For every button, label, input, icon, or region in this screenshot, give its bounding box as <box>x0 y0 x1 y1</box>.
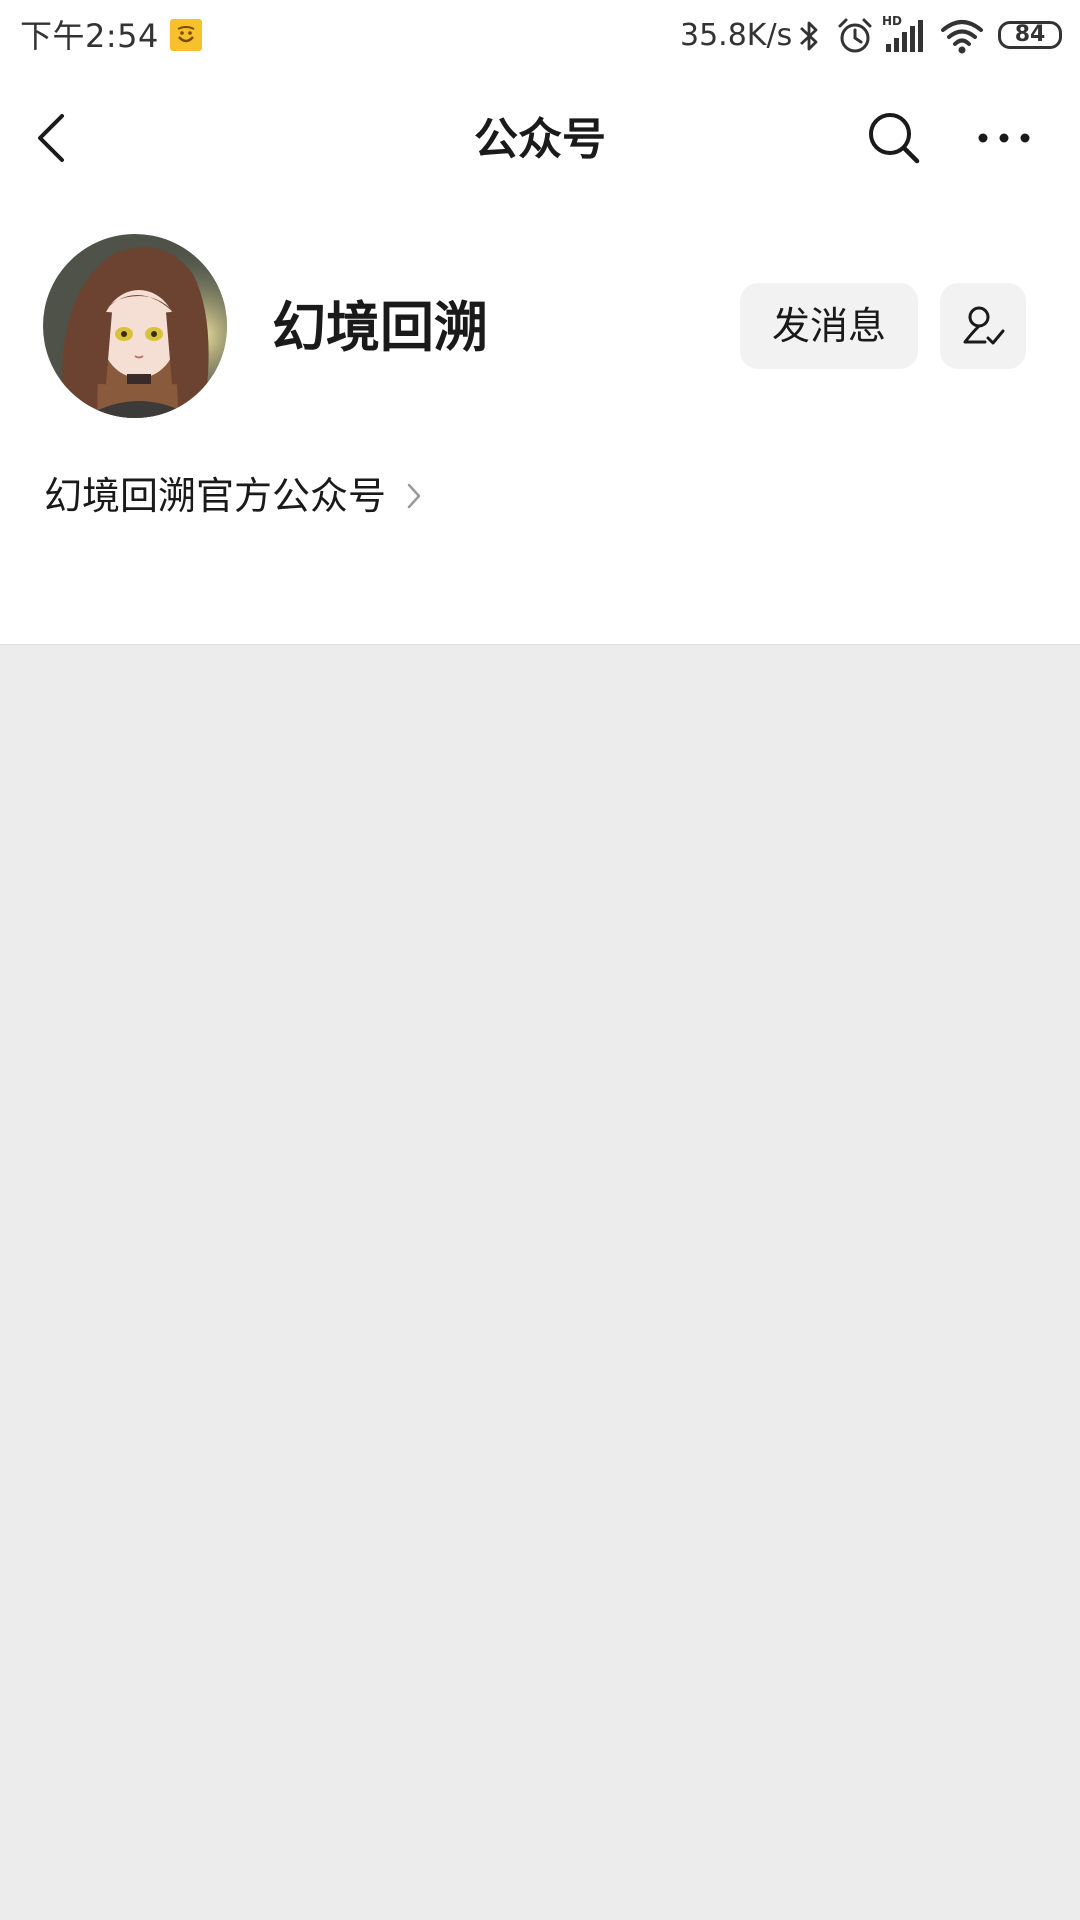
screen: 下午2:54 35.8K/s HD 84 公众号 幻境回溯 发消息 幻境回溯官方… <box>0 0 1080 1920</box>
network-speed: 35.8K/s <box>680 18 793 53</box>
more-icon[interactable] <box>976 128 1032 152</box>
notification-app-icon <box>170 19 202 51</box>
alarm-icon <box>836 17 874 55</box>
avatar[interactable] <box>43 234 227 418</box>
send-message-button[interactable]: 发消息 <box>740 283 918 369</box>
search-icon[interactable] <box>866 110 922 170</box>
account-profile: 幻境回溯 发消息 幻境回溯官方公众号 <box>0 204 1080 645</box>
signal-icon: HD <box>882 14 928 54</box>
account-name: 幻境回溯 <box>272 296 488 359</box>
back-icon[interactable] <box>32 110 72 170</box>
header-bar: 公众号 <box>0 72 1080 204</box>
bluetooth-icon <box>796 18 822 54</box>
battery-icon: 84 <box>998 21 1062 49</box>
chevron-right-icon <box>406 482 422 510</box>
wifi-icon <box>940 18 984 56</box>
account-description-row[interactable]: 幻境回溯官方公众号 <box>44 466 422 526</box>
follow-button[interactable] <box>940 283 1026 369</box>
status-time: 下午2:54 <box>20 17 159 55</box>
account-description: 幻境回溯官方公众号 <box>44 474 387 518</box>
page-title: 公众号 <box>474 114 606 165</box>
signal-hd-label: HD <box>882 14 902 28</box>
status-bar: 下午2:54 35.8K/s HD 84 <box>0 0 1080 72</box>
